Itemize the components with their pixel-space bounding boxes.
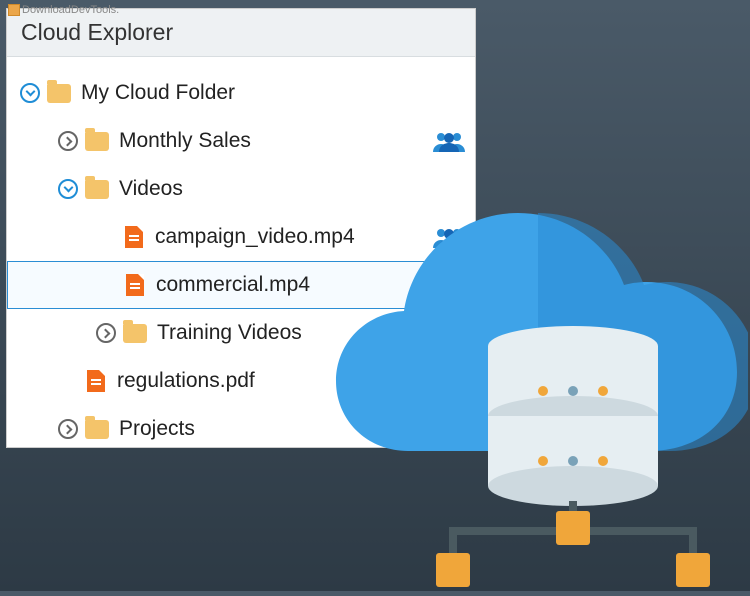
chevron-down-icon[interactable] <box>55 176 81 202</box>
tree-item-my-cloud-folder[interactable]: My Cloud Folder <box>7 69 475 117</box>
file-icon <box>126 274 144 296</box>
chevron-right-icon[interactable] <box>93 320 119 346</box>
folder-icon <box>85 180 109 199</box>
watermark-text: DownloadDevTools. <box>22 4 119 16</box>
file-icon <box>87 370 105 392</box>
file-icon <box>125 226 143 248</box>
watermark-icon <box>8 4 20 16</box>
folder-icon <box>47 84 71 103</box>
folder-icon <box>123 324 147 343</box>
panel-title: Cloud Explorer <box>7 9 475 57</box>
shared-icon <box>433 130 465 152</box>
folder-icon <box>85 132 109 151</box>
tree-item-label: Monthly Sales <box>119 129 433 153</box>
cloud-database-illustration <box>328 181 748 591</box>
tree-item-monthly-sales[interactable]: Monthly Sales <box>7 117 475 165</box>
chevron-down-icon[interactable] <box>17 80 43 106</box>
folder-icon <box>85 420 109 439</box>
chevron-right-icon[interactable] <box>55 416 81 442</box>
watermark: DownloadDevTools. <box>8 4 119 16</box>
tree-item-label: My Cloud Folder <box>81 81 467 105</box>
chevron-right-icon[interactable] <box>55 128 81 154</box>
